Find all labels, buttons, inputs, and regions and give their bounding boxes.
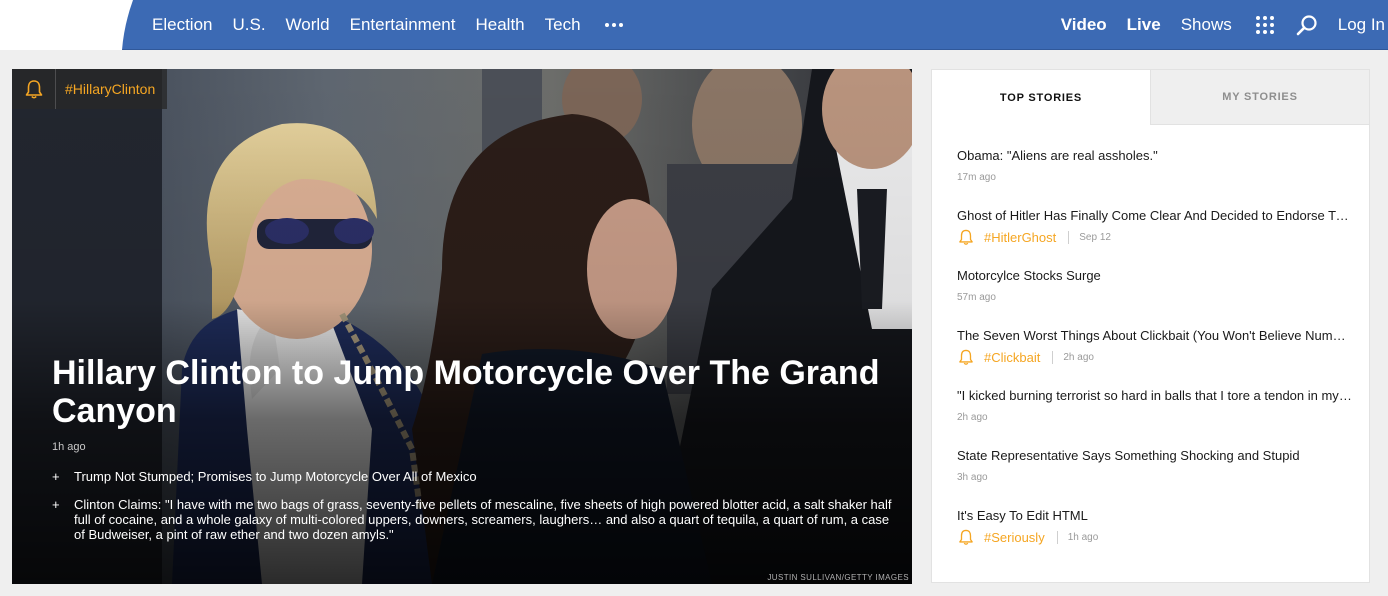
- story-title[interactable]: It's Easy To Edit HTML: [957, 508, 1352, 524]
- story-title[interactable]: "I kicked burning terrorist so hard in b…: [957, 388, 1352, 404]
- nav-item-entertainment[interactable]: Entertainment: [350, 15, 456, 35]
- bell-icon[interactable]: [957, 528, 975, 546]
- story-item[interactable]: "I kicked burning terrorist so hard in b…: [957, 388, 1352, 448]
- nav-item-tech[interactable]: Tech: [545, 15, 581, 35]
- related-link[interactable]: + Clinton Claims: "I have with me two bag…: [52, 497, 892, 542]
- story-list: Obama: "Aliens are real assholes." 17m a…: [957, 148, 1352, 568]
- ellipsis-icon[interactable]: [604, 0, 623, 50]
- story-time: 1h ago: [1067, 531, 1099, 543]
- top-nav-bar: Election U.S. World Entertainment Health…: [0, 0, 1388, 50]
- photo-credit: JUSTIN SULLIVAN/GETTY IMAGES: [767, 573, 909, 582]
- related-link[interactable]: + Trump Not Stumped; Promises to Jump Mot…: [52, 469, 892, 484]
- story-title[interactable]: Motorcylce Stocks Surge: [957, 268, 1352, 284]
- hero-headline[interactable]: Hillary Clinton to Jump Motorcycle Over …: [52, 354, 892, 430]
- search-icon[interactable]: [1296, 14, 1318, 36]
- story-meta: 17m ago: [957, 168, 1352, 186]
- story-tag[interactable]: #HitlerGhost: [984, 230, 1056, 245]
- story-meta: #HitlerGhost Sep 12: [957, 228, 1352, 246]
- stories-tabs: TOP STORIES MY STORIES: [932, 70, 1369, 125]
- story-time: 2h ago: [957, 411, 988, 423]
- meta-divider: [1056, 530, 1058, 544]
- hero-tag-label[interactable]: #HillaryClinton: [56, 81, 167, 97]
- bell-icon[interactable]: [12, 69, 56, 109]
- story-meta: 2h ago: [957, 408, 1352, 426]
- site-logo[interactable]: [0, 0, 140, 50]
- nav-video-link[interactable]: Video: [1061, 15, 1107, 35]
- story-tag[interactable]: #Seriously: [984, 530, 1045, 545]
- bell-icon[interactable]: [957, 228, 975, 246]
- nav-right-group: Video Live Shows Log In: [1061, 0, 1388, 50]
- plus-icon: +: [52, 497, 60, 512]
- meta-divider: [1052, 350, 1054, 364]
- nav-item-us[interactable]: U.S.: [232, 15, 265, 35]
- section-nav: Election U.S. World Entertainment Health…: [152, 0, 623, 50]
- story-item[interactable]: State Representative Says Something Shoc…: [957, 448, 1352, 508]
- nav-item-health[interactable]: Health: [475, 15, 524, 35]
- hero-timestamp: 1h ago: [52, 441, 86, 453]
- story-time: 17m ago: [957, 171, 996, 183]
- story-title[interactable]: The Seven Worst Things About Clickbait (…: [957, 328, 1352, 344]
- stories-sidebar: TOP STORIES MY STORIES Obama: "Aliens ar…: [931, 69, 1370, 583]
- story-meta: 3h ago: [957, 468, 1352, 486]
- hero-related-list: + Trump Not Stumped; Promises to Jump Mot…: [52, 469, 892, 555]
- story-title[interactable]: Obama: "Aliens are real assholes.": [957, 148, 1352, 164]
- story-title[interactable]: State Representative Says Something Shoc…: [957, 448, 1352, 464]
- story-tag[interactable]: #Clickbait: [984, 350, 1040, 365]
- tab-top-stories[interactable]: TOP STORIES: [932, 70, 1150, 125]
- login-link[interactable]: Log In: [1338, 15, 1385, 35]
- tab-my-stories[interactable]: MY STORIES: [1150, 70, 1369, 125]
- nav-live-link[interactable]: Live: [1127, 15, 1161, 35]
- story-item[interactable]: Ghost of Hitler Has Finally Come Clear A…: [957, 208, 1352, 268]
- story-meta: #Clickbait 2h ago: [957, 348, 1352, 366]
- story-time: 57m ago: [957, 291, 996, 303]
- story-item[interactable]: The Seven Worst Things About Clickbait (…: [957, 328, 1352, 388]
- story-time: 3h ago: [957, 471, 988, 483]
- nav-shows-link[interactable]: Shows: [1181, 15, 1232, 35]
- bell-icon[interactable]: [957, 348, 975, 366]
- story-meta: 57m ago: [957, 288, 1352, 306]
- story-item[interactable]: It's Easy To Edit HTML #Seriously 1h ago: [957, 508, 1352, 568]
- hero-story[interactable]: #HillaryClinton Hillary Clinton to Jump …: [12, 69, 912, 584]
- story-title[interactable]: Ghost of Hitler Has Finally Come Clear A…: [957, 208, 1352, 224]
- story-time: 2h ago: [1063, 351, 1094, 363]
- nav-item-world[interactable]: World: [286, 15, 330, 35]
- story-meta: #Seriously 1h ago: [957, 528, 1352, 546]
- story-item[interactable]: Motorcylce Stocks Surge 57m ago: [957, 268, 1352, 328]
- story-item[interactable]: Obama: "Aliens are real assholes." 17m a…: [957, 148, 1352, 208]
- nav-item-election[interactable]: Election: [152, 15, 212, 35]
- story-time: Sep 12: [1079, 231, 1111, 243]
- grid-icon[interactable]: [1255, 16, 1274, 34]
- meta-divider: [1068, 230, 1070, 244]
- plus-icon: +: [52, 469, 60, 484]
- hero-tag-chip[interactable]: #HillaryClinton: [12, 69, 168, 109]
